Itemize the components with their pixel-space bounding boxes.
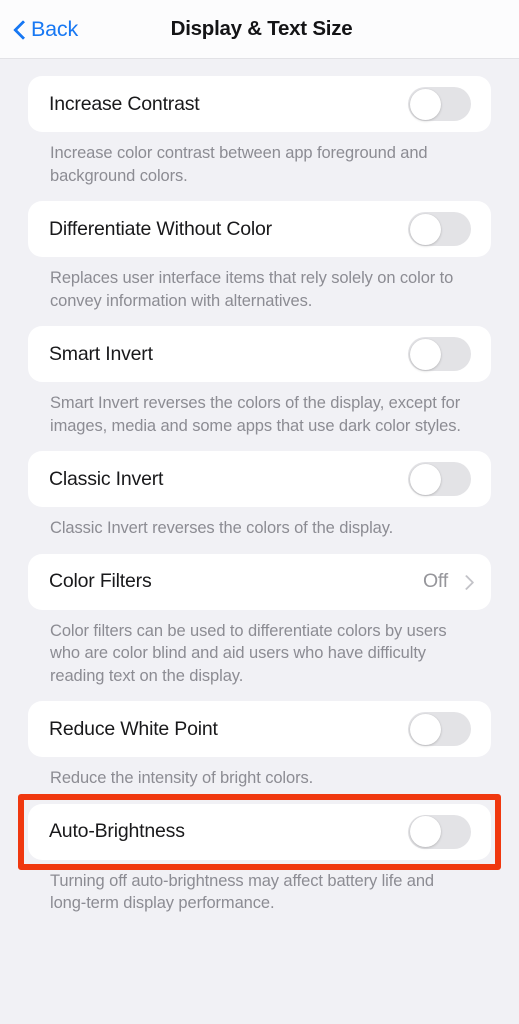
settings-screen: Back Display & Text Size Increase Contra… bbox=[0, 0, 519, 1024]
settings-group: Auto-Brightness bbox=[18, 793, 501, 870]
toggle-knob bbox=[409, 213, 441, 245]
toggle-switch[interactable] bbox=[408, 814, 471, 849]
settings-row-footnote: Replaces user interface items that rely … bbox=[50, 269, 454, 310]
toggle-knob bbox=[409, 338, 441, 370]
settings-row-footnote: Turning off auto-brightness may affect b… bbox=[50, 871, 434, 913]
settings-group: Color Filters Off bbox=[28, 553, 491, 610]
settings-group: Differentiate Without Color bbox=[28, 201, 491, 257]
settings-group: Reduce White Point bbox=[28, 701, 491, 757]
toggle-switch[interactable] bbox=[408, 337, 471, 371]
settings-row-smart-invert[interactable]: Smart Invert bbox=[28, 326, 491, 382]
toggle-knob bbox=[409, 713, 441, 745]
navigation-bar: Back Display & Text Size bbox=[0, 0, 519, 59]
settings-row-footnote: Color filters can be used to differentia… bbox=[50, 621, 447, 685]
settings-row-label: Smart Invert bbox=[49, 342, 153, 365]
settings-row-label: Color Filters bbox=[49, 570, 152, 592]
settings-row-label: Increase Contrast bbox=[49, 92, 200, 115]
settings-row-footnote: Reduce the intensity of bright colors. bbox=[50, 769, 314, 787]
toggle-switch[interactable] bbox=[408, 212, 471, 246]
settings-row-auto-brightness[interactable]: Auto-Brightness bbox=[28, 803, 491, 860]
chevron-right-icon bbox=[461, 573, 471, 590]
settings-list: Increase Contrast Increase color contrast… bbox=[0, 59, 519, 915]
chevron-left-icon bbox=[14, 20, 25, 39]
toggle-knob bbox=[409, 88, 441, 120]
settings-row-differentiate-without-color[interactable]: Differentiate Without Color bbox=[28, 201, 491, 257]
settings-row-label: Reduce White Point bbox=[49, 717, 218, 740]
back-button-label: Back bbox=[31, 16, 78, 41]
back-button[interactable]: Back bbox=[14, 17, 78, 42]
settings-row-label: Auto-Brightness bbox=[49, 820, 185, 842]
settings-row-value: Off bbox=[422, 570, 448, 592]
settings-group: Smart Invert bbox=[28, 326, 491, 382]
toggle-switch[interactable] bbox=[408, 712, 471, 746]
settings-row-reduce-white-point[interactable]: Reduce White Point bbox=[28, 701, 491, 757]
toggle-switch[interactable] bbox=[408, 462, 471, 496]
settings-group: Increase Contrast bbox=[28, 76, 491, 132]
settings-row-color-filters[interactable]: Color Filters Off bbox=[28, 553, 491, 610]
settings-group: Classic Invert bbox=[28, 451, 491, 507]
toggle-knob bbox=[409, 816, 441, 847]
settings-row-classic-invert[interactable]: Classic Invert bbox=[28, 451, 491, 507]
settings-row-footnote: Increase color contrast between app fore… bbox=[50, 144, 428, 185]
settings-row-label: Differentiate Without Color bbox=[49, 217, 272, 240]
settings-row-footnote: Classic Invert reverses the colors of th… bbox=[50, 519, 394, 537]
toggle-switch[interactable] bbox=[408, 87, 471, 121]
disclosure-value: Off bbox=[423, 570, 471, 593]
settings-row-label: Classic Invert bbox=[49, 467, 164, 490]
settings-row-increase-contrast[interactable]: Increase Contrast bbox=[28, 76, 491, 132]
settings-row-footnote: Smart Invert reverses the colors of the … bbox=[50, 394, 461, 435]
toggle-knob bbox=[409, 463, 441, 495]
